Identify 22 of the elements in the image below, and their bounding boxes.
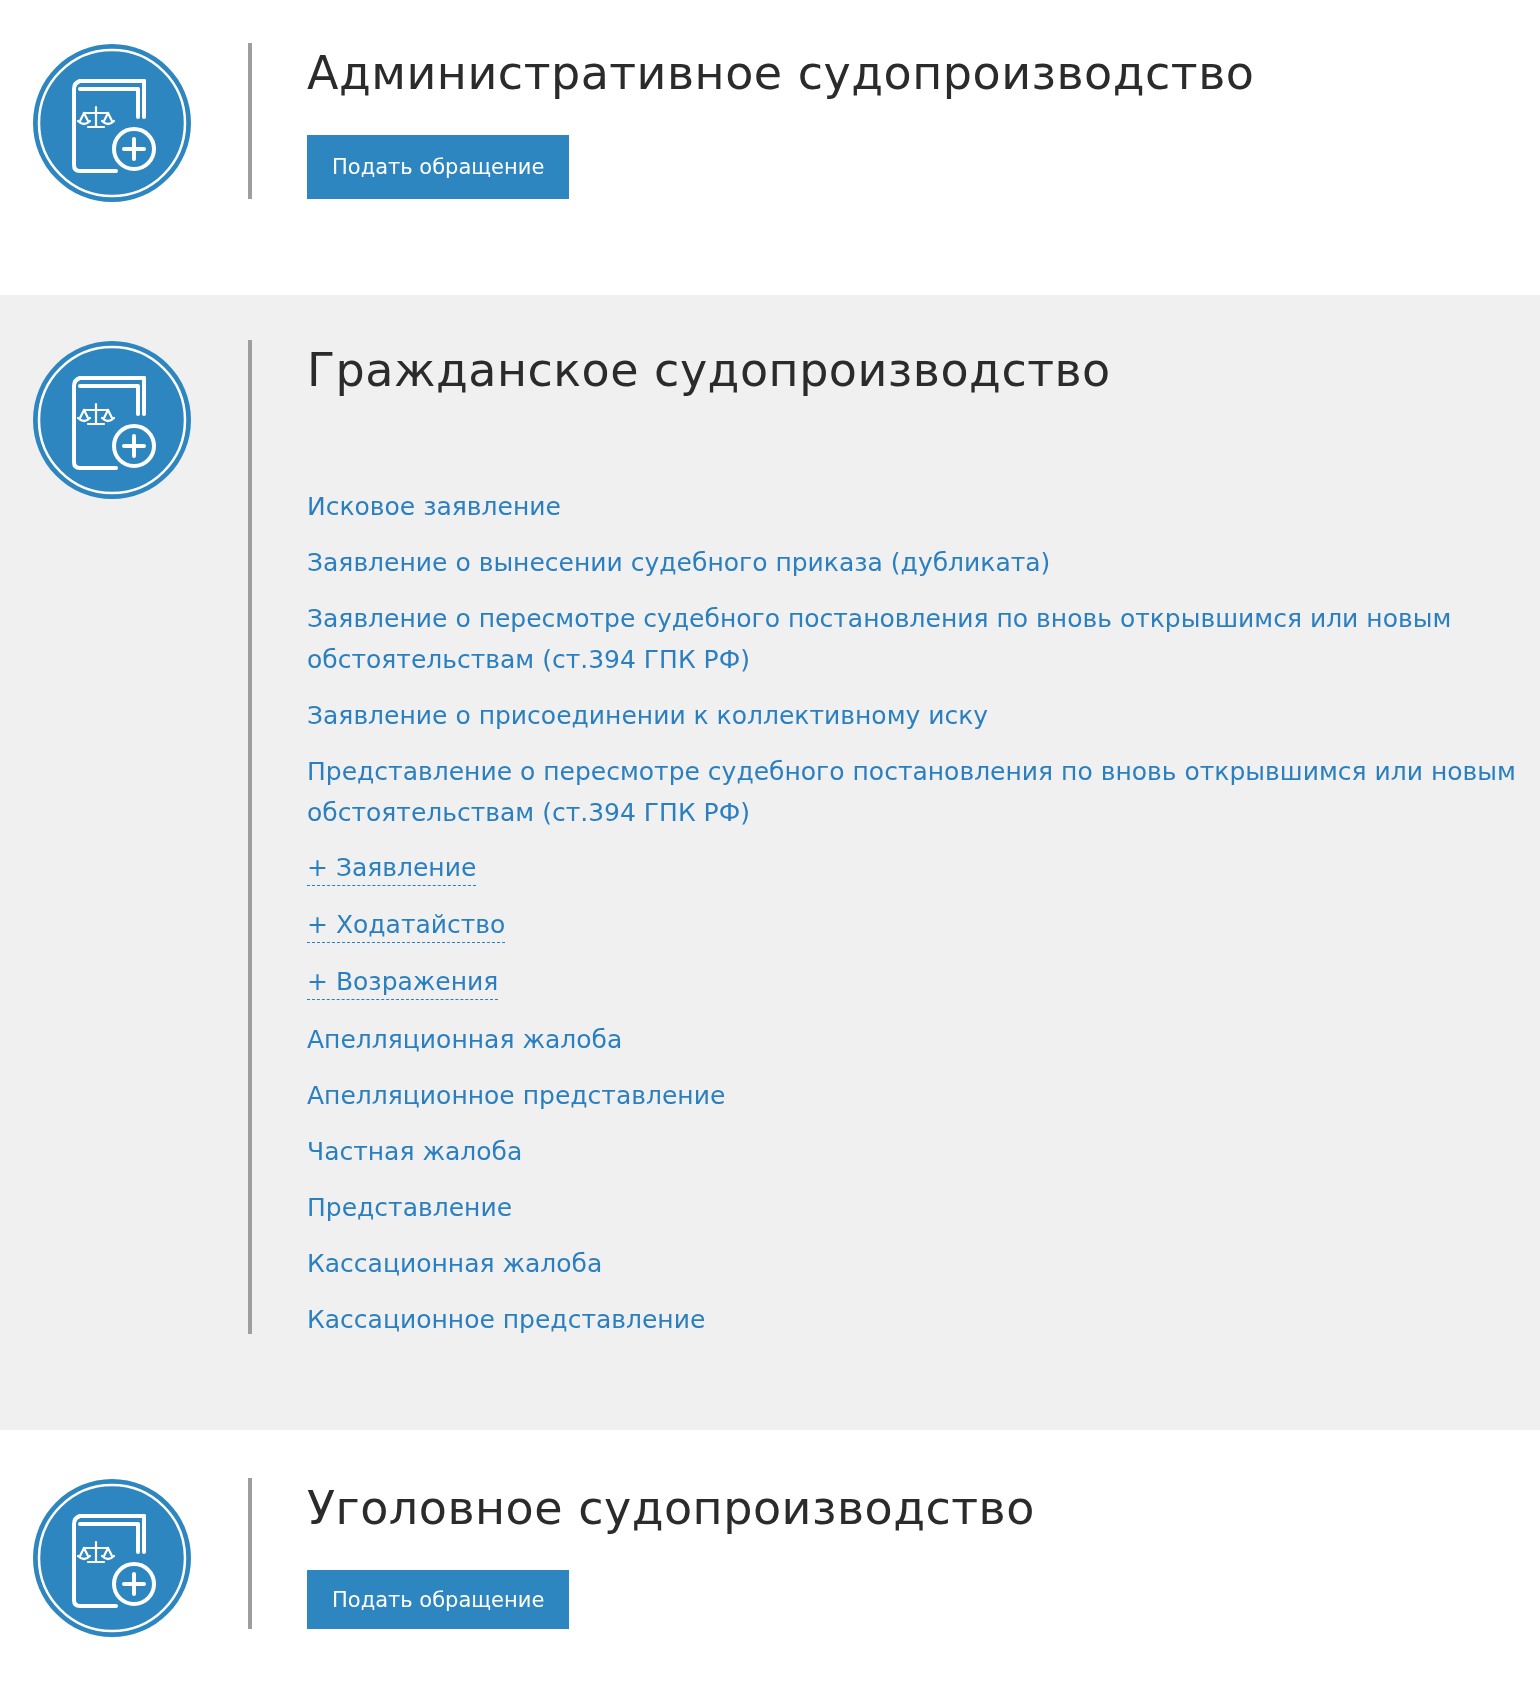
form-link[interactable]: Частная жалоба <box>307 1131 523 1172</box>
book-plus-icon <box>32 1478 192 1638</box>
form-link[interactable]: Апелляционная жалоба <box>307 1019 623 1060</box>
form-link[interactable]: Исковое заявление <box>307 486 561 527</box>
submit-button[interactable]: Подать обращение <box>307 1570 570 1629</box>
book-plus-icon <box>32 43 192 203</box>
form-link[interactable]: Кассационное представление <box>307 1299 706 1340</box>
section-title: Административное судопроизводство <box>307 45 1255 102</box>
submit-button[interactable]: Подать обращение <box>307 135 570 199</box>
form-link[interactable]: Заявление о вынесении судебного приказа (дубликата) <box>307 542 1051 583</box>
form-link[interactable]: Заявление о пересмотре судебного постановления по вновь открывшимся или новым обстоятельствам (ст.394 ГПК РФ) <box>307 598 1522 680</box>
expand-link[interactable]: + Заявление <box>307 851 477 886</box>
form-link[interactable]: Представление о пересмотре судебного постановления по вновь открывшимся или новым обстоятельствам (ст.394 ГПК РФ) <box>307 751 1522 833</box>
expand-link[interactable]: + Возражения <box>307 965 499 1000</box>
expand-link[interactable]: + Ходатайство <box>307 908 506 943</box>
book-plus-icon <box>32 340 192 500</box>
section-title: Уголовное судопроизводство <box>307 1480 1035 1537</box>
form-link[interactable]: Кассационная жалоба <box>307 1243 603 1284</box>
section-title: Гражданское судопроизводство <box>307 342 1111 399</box>
form-link[interactable]: Апелляционное представление <box>307 1075 726 1116</box>
form-link[interactable]: Заявление о присоединении к коллективному иску <box>307 695 989 736</box>
form-link[interactable]: Представление <box>307 1187 513 1228</box>
